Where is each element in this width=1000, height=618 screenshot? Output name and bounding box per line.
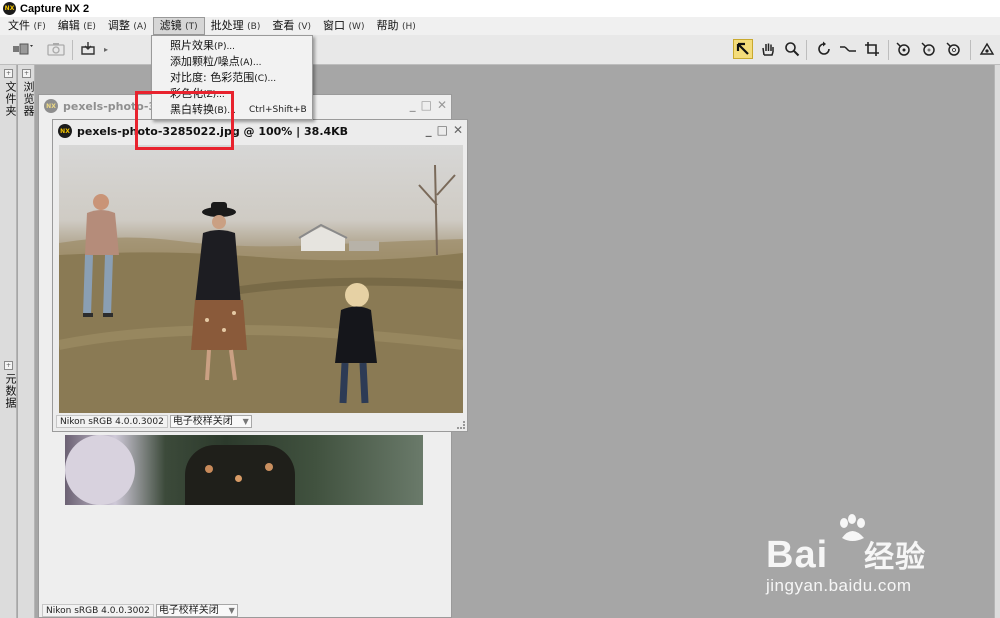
back-window-logo-icon: NX (44, 99, 58, 113)
camera-icon[interactable] (46, 39, 66, 59)
menu-item-contrast-color-range[interactable]: 对比度: 色彩范围(C)... (152, 70, 312, 86)
front-soft-proof-select[interactable]: 电子校样关闭 ▼ (169, 415, 252, 428)
app-title: Capture NX 2 (20, 2, 90, 15)
menu-item-add-grain[interactable]: 添加颗粒/噪点(A)... (152, 54, 312, 70)
back-window-controls: _ □ ✕ (410, 98, 447, 112)
hand-tool-icon[interactable] (758, 39, 778, 59)
menu-batch[interactable]: 批处理 (B) (205, 17, 267, 35)
menu-edit[interactable]: 编辑 (E) (52, 17, 102, 35)
chevron-down-icon: ▼ (228, 606, 235, 615)
baidu-url: jingyan.baidu.com (766, 576, 912, 595)
annotation-highlight-box (135, 91, 234, 150)
straighten-tool-icon[interactable] (838, 39, 858, 59)
menu-filter[interactable]: 滤镜 (T) (152, 17, 205, 35)
back-close-icon[interactable]: ✕ (437, 98, 447, 112)
browser-panel-pin-icon[interactable]: + (22, 69, 31, 78)
front-window-title-bar[interactable]: NX pexels-photo-3285022.jpg @ 100% | 38.… (53, 120, 467, 142)
menu-window[interactable]: 窗口 (W) (317, 17, 370, 35)
red-eye-tool-icon[interactable] (977, 39, 997, 59)
print-icon[interactable] (78, 39, 98, 59)
front-window-status-bar: Nikon sRGB 4.0.0.3002 电子校样关闭 ▼ (56, 415, 252, 428)
back-minimize-icon[interactable]: _ (410, 98, 416, 112)
metadata-panel-pin-icon[interactable]: + (4, 361, 13, 370)
folder-panel-tab[interactable]: 文件夹 (2, 81, 18, 117)
menu-view[interactable]: 查看 (V) (266, 17, 317, 35)
black-control-point-icon[interactable] (894, 39, 914, 59)
neutral-control-point-icon[interactable] (919, 39, 939, 59)
app-logo-icon: NX (3, 2, 16, 15)
metadata-panel-tab[interactable]: 元数据 (2, 373, 18, 409)
front-minimize-icon[interactable]: _ (426, 123, 432, 137)
back-color-profile: Nikon sRGB 4.0.0.3002 (42, 604, 154, 617)
back-window-status-bar: Nikon sRGB 4.0.0.3002 电子校样关闭 ▼ (42, 604, 238, 617)
front-window-photo (59, 145, 463, 413)
toolbar: ▸ (0, 35, 1000, 65)
zoom-tool-icon[interactable] (782, 39, 802, 59)
crop-tool-icon[interactable] (862, 39, 882, 59)
baidu-watermark: Bai 经验 jingyan.baidu.com (760, 510, 960, 600)
browser-panel-tab[interactable]: 浏览器 (20, 81, 36, 117)
front-close-icon[interactable]: ✕ (453, 123, 463, 137)
chevron-down-icon: ▼ (242, 417, 249, 426)
browser-panel-strip: + 浏览器 (18, 65, 35, 618)
workspace-layout-icon[interactable] (10, 39, 36, 59)
direct-select-tool-icon[interactable] (733, 39, 753, 59)
menu-bar: 文件 (F) 编辑 (E) 调整 (A) 滤镜 (T) 批处理 (B) 查看 (… (0, 17, 1000, 35)
front-maximize-icon[interactable]: □ (437, 123, 448, 137)
menu-adjust[interactable]: 调整 (A) (102, 17, 153, 35)
white-control-point-icon[interactable] (944, 39, 964, 59)
right-panel-strip (994, 65, 1000, 618)
title-bar: NX Capture NX 2 (0, 0, 1000, 17)
back-maximize-icon[interactable]: □ (421, 98, 432, 112)
front-color-profile: Nikon sRGB 4.0.0.3002 (56, 415, 168, 428)
front-image-window[interactable]: NX pexels-photo-3285022.jpg @ 100% | 38.… (52, 119, 468, 432)
menu-item-photo-effects[interactable]: 照片效果(P)... (152, 38, 312, 54)
menu-file[interactable]: 文件 (F) (2, 17, 52, 35)
folder-panel-strip: + 文件夹 + 元数据 (0, 65, 17, 618)
back-window-photo (65, 435, 423, 505)
front-window-logo-icon: NX (58, 124, 72, 138)
toolbar-expand-icon[interactable]: ▸ (100, 39, 112, 59)
back-soft-proof-select[interactable]: 电子校样关闭 ▼ (155, 604, 238, 617)
folder-panel-pin-icon[interactable]: + (4, 69, 13, 78)
front-window-controls: _ □ ✕ (426, 123, 463, 137)
resize-grip-icon[interactable] (457, 421, 465, 429)
rotate-tool-icon[interactable] (814, 39, 834, 59)
baidu-brand: Bai 经验 (766, 534, 927, 576)
menu-help[interactable]: 帮助 (H) (370, 17, 421, 35)
bw-shortcut-label: Ctrl+Shift+B (249, 105, 307, 115)
